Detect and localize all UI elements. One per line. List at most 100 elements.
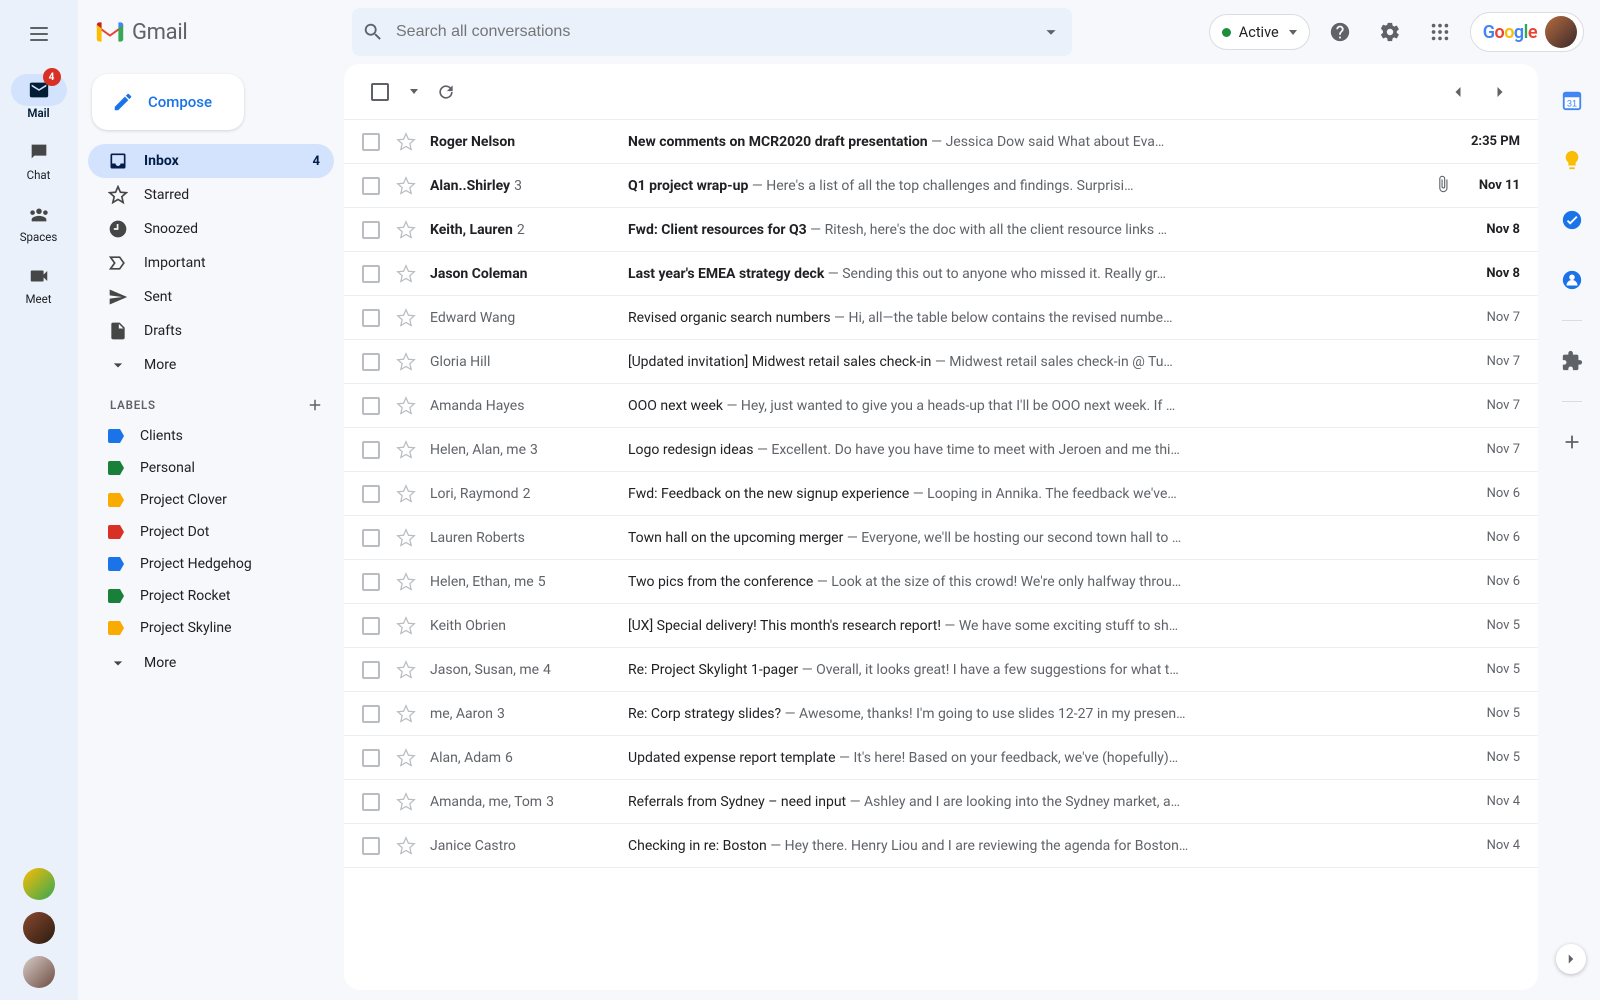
row-checkbox[interactable] xyxy=(362,221,380,239)
row-checkbox[interactable] xyxy=(362,617,380,635)
label-item[interactable]: Clients xyxy=(88,420,334,452)
row-star[interactable] xyxy=(396,836,416,856)
get-addons-button[interactable] xyxy=(1552,422,1592,462)
mail-row[interactable]: Lori, Raymond2 Fwd: Feedback on the new … xyxy=(344,472,1538,516)
row-checkbox[interactable] xyxy=(362,133,380,151)
apps-button[interactable] xyxy=(1420,12,1460,52)
select-dropdown[interactable] xyxy=(410,89,418,94)
row-star[interactable] xyxy=(396,660,416,680)
search-input[interactable] xyxy=(396,23,1028,41)
rail-spaces[interactable]: Spaces xyxy=(11,198,67,244)
compose-button[interactable]: Compose xyxy=(92,74,244,130)
refresh-button[interactable] xyxy=(428,74,464,110)
row-star[interactable] xyxy=(396,396,416,416)
nav-more[interactable]: More xyxy=(88,348,334,382)
prev-page-button[interactable] xyxy=(1438,72,1478,112)
mail-row[interactable]: Roger Nelson New comments on MCR2020 dra… xyxy=(344,120,1538,164)
settings-button[interactable] xyxy=(1370,12,1410,52)
label-item[interactable]: Personal xyxy=(88,452,334,484)
mail-row[interactable]: Helen, Ethan, me5 Two pics from the conf… xyxy=(344,560,1538,604)
label-item[interactable]: Project Hedgehog xyxy=(88,548,334,580)
row-star[interactable] xyxy=(396,176,416,196)
mail-row[interactable]: Gloria Hill [Updated invitation] Midwest… xyxy=(344,340,1538,384)
nav-inbox[interactable]: Inbox 4 xyxy=(88,144,334,178)
row-checkbox[interactable] xyxy=(362,177,380,195)
mail-row[interactable]: Jason, Susan, me4 Re: Project Skylight 1… xyxy=(344,648,1538,692)
nav-drafts[interactable]: Drafts xyxy=(88,314,334,348)
support-button[interactable] xyxy=(1320,12,1360,52)
rail-avatar-3[interactable] xyxy=(23,956,55,988)
row-star[interactable] xyxy=(396,748,416,768)
row-sender: Alan..Shirley3 xyxy=(430,178,620,194)
mail-row[interactable]: Amanda Hayes OOO next week — Hey, just w… xyxy=(344,384,1538,428)
add-label-button[interactable] xyxy=(306,396,324,414)
mail-row[interactable]: Janice Castro Checking in re: Boston — H… xyxy=(344,824,1538,868)
row-checkbox[interactable] xyxy=(362,397,380,415)
label-item[interactable]: Project Dot xyxy=(88,516,334,548)
row-star[interactable] xyxy=(396,616,416,636)
row-star[interactable] xyxy=(396,440,416,460)
mail-row[interactable]: Keith Obrien [UX] Special delivery! This… xyxy=(344,604,1538,648)
labels-more[interactable]: More xyxy=(88,646,334,680)
rail-avatar-1[interactable] xyxy=(23,868,55,900)
rail-chat[interactable]: Chat xyxy=(11,136,67,182)
row-checkbox[interactable] xyxy=(362,749,380,767)
row-checkbox[interactable] xyxy=(362,485,380,503)
nav-snoozed[interactable]: Snoozed xyxy=(88,212,334,246)
keep-addon[interactable] xyxy=(1552,140,1592,180)
nav-important[interactable]: Important xyxy=(88,246,334,280)
mail-row[interactable]: Alan..Shirley3 Q1 project wrap-up — Here… xyxy=(344,164,1538,208)
select-all-checkbox[interactable] xyxy=(362,74,398,110)
mail-row[interactable]: Keith, Lauren2 Fwd: Client resources for… xyxy=(344,208,1538,252)
thread-count: 3 xyxy=(530,442,538,458)
label-item[interactable]: Project Rocket xyxy=(88,580,334,612)
calendar-addon[interactable]: 31 xyxy=(1552,80,1592,120)
row-checkbox[interactable] xyxy=(362,309,380,327)
mail-row[interactable]: me, Aaron3 Re: Corp strategy slides? — A… xyxy=(344,692,1538,736)
contacts-addon[interactable] xyxy=(1552,260,1592,300)
row-checkbox[interactable] xyxy=(362,265,380,283)
mail-row[interactable]: Helen, Alan, me3 Logo redesign ideas — E… xyxy=(344,428,1538,472)
label-item[interactable]: Project Clover xyxy=(88,484,334,516)
row-checkbox[interactable] xyxy=(362,837,380,855)
row-star[interactable] xyxy=(396,704,416,724)
row-checkbox[interactable] xyxy=(362,705,380,723)
search-bar[interactable] xyxy=(352,8,1072,56)
mail-row[interactable]: Lauren Roberts Town hall on the upcoming… xyxy=(344,516,1538,560)
row-checkbox[interactable] xyxy=(362,441,380,459)
row-star[interactable] xyxy=(396,132,416,152)
row-checkbox[interactable] xyxy=(362,573,380,591)
tasks-addon[interactable] xyxy=(1552,200,1592,240)
rail-avatar-2[interactable] xyxy=(23,912,55,944)
label-item[interactable]: Project Skyline xyxy=(88,612,334,644)
row-checkbox[interactable] xyxy=(362,353,380,371)
mail-row[interactable]: Jason Coleman Last year's EMEA strategy … xyxy=(344,252,1538,296)
row-star[interactable] xyxy=(396,528,416,548)
row-checkbox[interactable] xyxy=(362,661,380,679)
nav-starred[interactable]: Starred xyxy=(88,178,334,212)
mail-row[interactable]: Amanda, me, Tom3 Referrals from Sydney –… xyxy=(344,780,1538,824)
logo-area[interactable]: Gmail xyxy=(88,20,344,45)
addons-button[interactable] xyxy=(1552,341,1592,381)
account-chip[interactable]: Google xyxy=(1470,12,1584,52)
rail-meet[interactable]: Meet xyxy=(11,260,67,306)
mail-row[interactable]: Alan, Adam6 Updated expense report templ… xyxy=(344,736,1538,780)
nav-sent[interactable]: Sent xyxy=(88,280,334,314)
main-menu-button[interactable] xyxy=(15,10,63,58)
row-star[interactable] xyxy=(396,792,416,812)
row-star[interactable] xyxy=(396,484,416,504)
show-side-panel-button[interactable] xyxy=(1556,944,1586,974)
row-star[interactable] xyxy=(396,264,416,284)
next-page-button[interactable] xyxy=(1480,72,1520,112)
row-checkbox[interactable] xyxy=(362,529,380,547)
row-checkbox[interactable] xyxy=(362,793,380,811)
rail-mail[interactable]: 4 Mail xyxy=(11,74,67,120)
send-icon xyxy=(108,287,128,307)
row-star[interactable] xyxy=(396,308,416,328)
search-options-icon[interactable] xyxy=(1040,21,1062,43)
row-star[interactable] xyxy=(396,220,416,240)
mail-row[interactable]: Edward Wang Revised organic search numbe… xyxy=(344,296,1538,340)
row-star[interactable] xyxy=(396,572,416,592)
row-star[interactable] xyxy=(396,352,416,372)
status-chip[interactable]: Active xyxy=(1209,14,1310,50)
